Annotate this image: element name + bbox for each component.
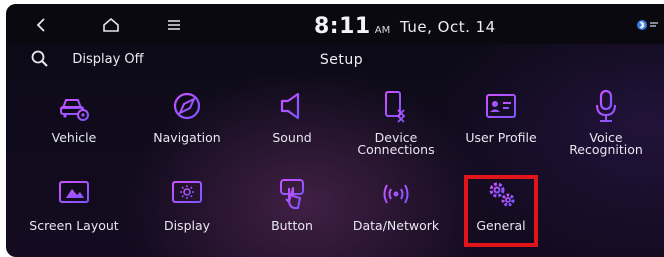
menu-item-device-connections[interactable]: Device Connections [336, 84, 456, 164]
menu-icon[interactable] [162, 14, 186, 36]
infotainment-screen: 8:11 AM Tue, Oct. 14 Display Off Setup V… [6, 4, 664, 257]
menu-item-button[interactable]: Button [232, 172, 352, 252]
label-line-2: Recognition [569, 142, 643, 157]
vehicle-settings-icon [60, 99, 89, 121]
menu-item-data-network[interactable]: Data/Network [336, 172, 456, 252]
label-line-2: Connections [357, 142, 435, 157]
display-icon [172, 181, 202, 208]
menu-item-navigation[interactable]: Navigation [127, 84, 247, 164]
menu-item-display[interactable]: Display [127, 172, 247, 252]
user-profile-icon [486, 94, 516, 118]
highlight-box [464, 175, 538, 247]
setup-menu-grid: Vehicle Navigation Sound Device Connectio… [6, 84, 664, 257]
menu-item-screen-layout[interactable]: Screen Layout [14, 172, 134, 252]
navigation-icon [173, 92, 201, 120]
data-network-icon [383, 184, 409, 204]
clock-time: 8:11 [314, 14, 371, 39]
page-title-text: Setup [319, 52, 364, 68]
status-bar: 8:11 AM Tue, Oct. 14 [6, 4, 664, 44]
menu-item-voice-recognition[interactable]: Voice Recognition [546, 84, 664, 164]
menu-item-label: Vehicle [51, 130, 97, 145]
home-icon[interactable] [98, 14, 124, 36]
clock-ampm: AM [374, 25, 391, 36]
screen-layout-icon [59, 181, 89, 208]
microphone-icon [596, 89, 616, 122]
title-bar: Display Off Setup [6, 44, 664, 76]
page-title: Setup [6, 52, 664, 68]
date: Tue, Oct. 14 [400, 18, 496, 36]
clock: 8:11 AM [314, 14, 391, 39]
back-icon[interactable] [30, 14, 54, 36]
menu-item-vehicle[interactable]: Vehicle [14, 84, 134, 164]
speaker-icon [280, 92, 300, 120]
device-connections-icon [385, 91, 406, 123]
menu-item-label: Voice Recognition [541, 131, 664, 157]
button-icon [280, 179, 304, 209]
bluetooth-status-icon [636, 17, 664, 33]
menu-item-label: Screen Layout [29, 218, 119, 233]
